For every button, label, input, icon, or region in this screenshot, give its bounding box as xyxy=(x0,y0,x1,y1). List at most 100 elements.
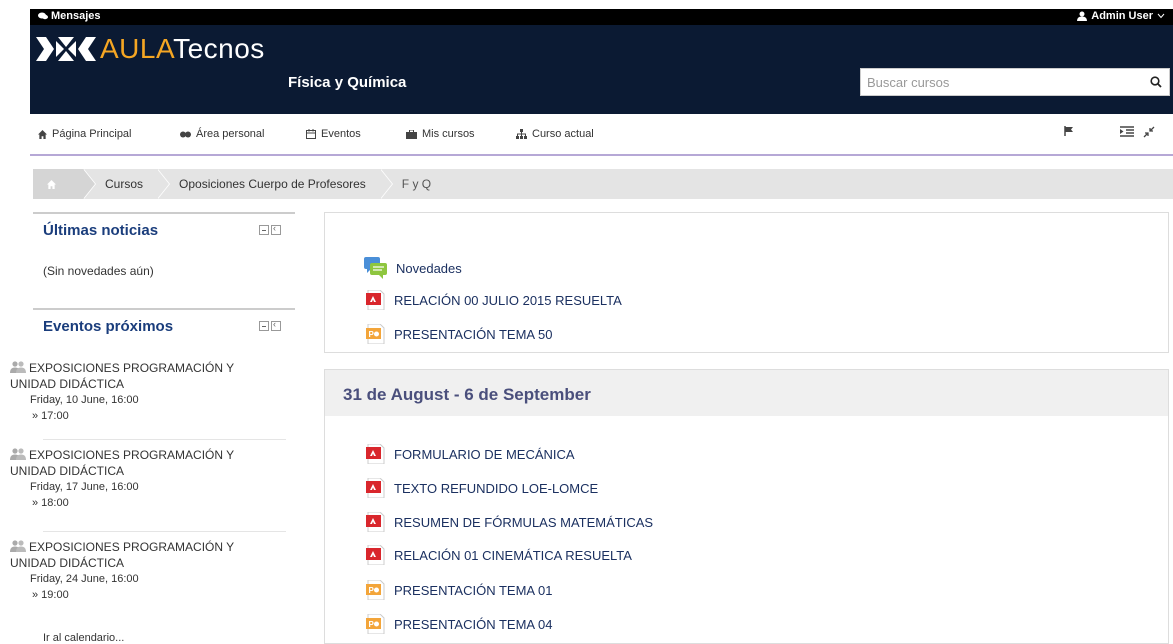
messages-menu[interactable]: Mensajes xyxy=(38,10,101,22)
logo-mark-icon xyxy=(36,37,96,61)
event-title-cont: UNIDAD DIDÁCTICA xyxy=(10,556,125,570)
presentation-file-icon: P xyxy=(366,580,385,600)
chevron-down-icon xyxy=(1157,13,1165,19)
nav-my-courses-label: Mis cursos xyxy=(422,128,475,140)
logo-text: AULATecnos xyxy=(100,33,265,64)
breadcrumb-item[interactable]: Oposiciones Cuerpo de Profesores xyxy=(157,169,393,199)
events-block-title: Eventos próximos xyxy=(43,318,174,335)
activity-ppt[interactable]: P PRESENTACIÓN TEMA 04 xyxy=(366,614,552,634)
news-block-title: Últimas noticias xyxy=(43,222,159,239)
presentation-file-icon: P xyxy=(366,324,385,344)
nav-home-label: Página Principal xyxy=(52,128,132,140)
indent-icon xyxy=(1120,126,1134,137)
pdf-file-icon xyxy=(366,290,385,310)
activity-pdf[interactable]: RESUMEN DE FÓRMULAS MATEMÁTICAS xyxy=(366,512,653,532)
event-item[interactable]: EXPOSICIONES PROGRAMACIÓN Y UNIDAD DIDÁC… xyxy=(10,447,234,511)
compress-icon xyxy=(1143,126,1155,138)
section-1-title: 31 de August - 6 de September xyxy=(343,385,591,404)
site-header: AULATecnos Física y Química Buscar curso… xyxy=(30,25,1173,114)
activity-ppt[interactable]: P PRESENTACIÓN TEMA 50 xyxy=(366,324,552,344)
nav-dashboard-label: Área personal xyxy=(196,128,265,140)
dock-block-icon[interactable] xyxy=(271,319,281,331)
event-date: Friday, 24 June, 16:00 xyxy=(30,573,139,585)
event-title: EXPOSICIONES PROGRAMACIÓN Y xyxy=(29,361,235,375)
main-nav: Página Principal Área personal Eventos M… xyxy=(30,114,1173,156)
top-bar: Mensajes Admin User xyxy=(30,9,1173,25)
event-title: EXPOSICIONES PROGRAMACIÓN Y xyxy=(29,540,235,554)
block-controls xyxy=(259,319,281,331)
search-input[interactable]: Buscar cursos xyxy=(861,75,1143,90)
event-end: » 19:00 xyxy=(32,589,69,601)
pdf-file-icon xyxy=(366,478,385,498)
nav-current-course[interactable]: Curso actual xyxy=(516,128,594,140)
event-title: EXPOSICIONES PROGRAMACIÓN Y xyxy=(29,448,235,462)
nav-dashboard[interactable]: Área personal xyxy=(180,128,265,140)
fullscreen-button[interactable] xyxy=(1143,126,1155,138)
pdf-file-icon xyxy=(366,512,385,532)
activity-label: RESUMEN DE FÓRMULAS MATEMÁTICAS xyxy=(394,514,654,530)
section-1-header: 31 de August - 6 de September xyxy=(324,369,1169,417)
home-icon xyxy=(47,179,56,189)
nav-current-course-label: Curso actual xyxy=(532,128,594,140)
user-name: Admin User xyxy=(1091,10,1153,22)
collapse-block-icon[interactable] xyxy=(259,321,269,331)
activity-label: PRESENTACIÓN TEMA 01 xyxy=(394,582,553,598)
event-date: Friday, 10 June, 16:00 xyxy=(30,394,139,406)
activity-pdf[interactable]: RELACIÓN 00 JULIO 2015 RESUELTA xyxy=(366,290,622,310)
nav-my-courses[interactable]: Mis cursos xyxy=(406,128,475,140)
group-event-icon xyxy=(10,361,26,373)
activity-label: RELACIÓN 00 JULIO 2015 RESUELTA xyxy=(394,292,622,308)
calendar-link[interactable]: Ir al calendario... xyxy=(43,632,124,644)
event-title-cont: UNIDAD DIDÁCTICA xyxy=(10,377,125,391)
event-item[interactable]: EXPOSICIONES PROGRAMACIÓN Y UNIDAD DIDÁC… xyxy=(10,360,234,424)
activity-pdf[interactable]: TEXTO REFUNDIDO LOE-LOMCE xyxy=(366,478,598,498)
event-title-cont: UNIDAD DIDÁCTICA xyxy=(10,464,125,478)
flag-icon xyxy=(1064,126,1073,136)
user-menu[interactable]: Admin User xyxy=(1077,10,1165,22)
flag-button[interactable] xyxy=(1064,126,1074,136)
course-title: Física y Química xyxy=(288,74,407,91)
news-block: Últimas noticias (Sin novedades aún) xyxy=(33,212,295,302)
activity-label: PRESENTACIÓN TEMA 04 xyxy=(394,616,553,632)
nav-events[interactable]: Eventos xyxy=(306,128,361,140)
blocks-toggle-button[interactable] xyxy=(1120,126,1134,137)
nav-home[interactable]: Página Principal xyxy=(38,128,132,140)
divider xyxy=(43,439,286,440)
dock-block-icon[interactable] xyxy=(271,223,281,235)
event-end: » 17:00 xyxy=(32,410,69,422)
search-icon xyxy=(1150,76,1162,88)
forum-icon xyxy=(364,257,387,279)
search-button[interactable] xyxy=(1143,69,1169,95)
activity-pdf[interactable]: RELACIÓN 01 CINEMÁTICA RESUELTA xyxy=(366,545,632,565)
activity-label: PRESENTACIÓN TEMA 50 xyxy=(394,326,553,342)
pdf-file-icon xyxy=(366,545,385,565)
svg-text:P: P xyxy=(369,620,375,629)
calendar-icon xyxy=(306,129,316,139)
event-item[interactable]: EXPOSICIONES PROGRAMACIÓN Y UNIDAD DIDÁC… xyxy=(10,539,234,603)
activity-ppt[interactable]: P PRESENTACIÓN TEMA 01 xyxy=(366,580,552,600)
activity-forum[interactable]: Novedades xyxy=(364,257,462,279)
home-icon xyxy=(38,129,47,139)
group-event-icon xyxy=(10,448,26,460)
group-event-icon xyxy=(10,540,26,552)
chat-icon xyxy=(38,12,48,20)
activity-pdf[interactable]: FORMULARIO DE MECÁNICA xyxy=(366,444,575,464)
activity-label: RELACIÓN 01 CINEMÁTICA RESUELTA xyxy=(394,547,632,563)
news-empty-text: (Sin novedades aún) xyxy=(43,264,154,278)
breadcrumb-home[interactable] xyxy=(33,169,96,199)
messages-label: Mensajes xyxy=(51,10,101,22)
search-box[interactable]: Buscar cursos xyxy=(860,68,1170,96)
svg-text:P: P xyxy=(369,586,375,595)
site-logo[interactable]: AULATecnos xyxy=(36,33,265,65)
breadcrumb: Cursos Oposiciones Cuerpo de Profesores … xyxy=(33,169,1173,199)
svg-text:P: P xyxy=(369,330,375,339)
sitemap-icon xyxy=(516,129,527,139)
block-controls xyxy=(259,223,281,235)
activity-label: FORMULARIO DE MECÁNICA xyxy=(394,446,575,462)
user-icon xyxy=(1077,11,1088,21)
pdf-file-icon xyxy=(366,444,385,464)
nav-events-label: Eventos xyxy=(321,128,361,140)
collapse-block-icon[interactable] xyxy=(259,225,269,235)
presentation-file-icon: P xyxy=(366,614,385,634)
activity-label: Novedades xyxy=(396,260,462,276)
